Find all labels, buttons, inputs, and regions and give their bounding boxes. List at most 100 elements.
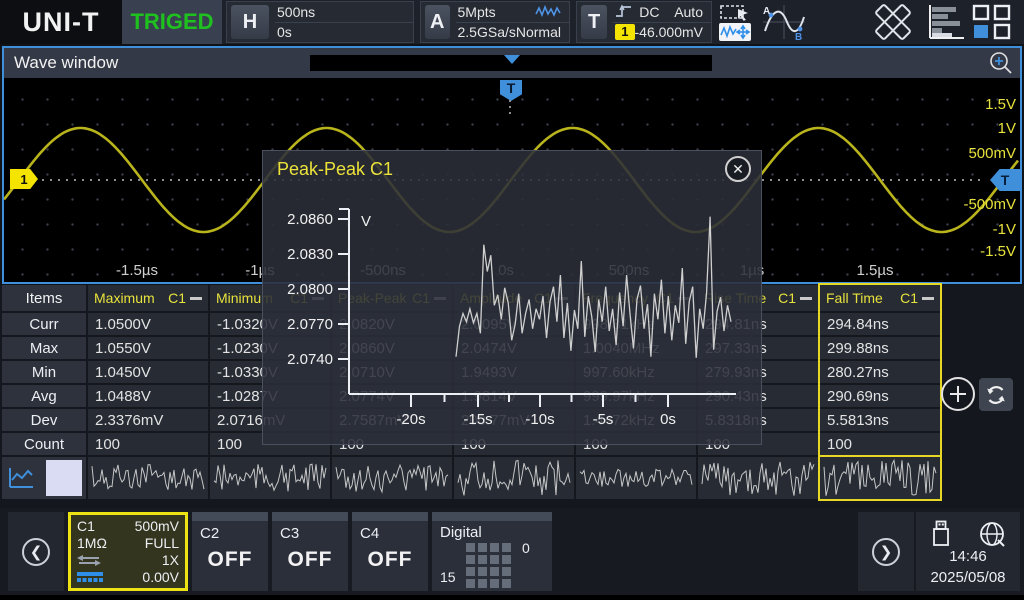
time-label: -1.5µs bbox=[95, 262, 179, 279]
brand-logo-text: UNI-T bbox=[23, 7, 100, 38]
measure-tool[interactable] bbox=[866, 0, 920, 44]
channel-style-dash bbox=[190, 297, 202, 300]
trigger-sweep: Auto bbox=[674, 4, 703, 20]
sparkline-minimum[interactable] bbox=[210, 457, 330, 499]
sparkline-maximum[interactable] bbox=[88, 457, 208, 499]
channel-style-dash bbox=[922, 297, 934, 300]
channel-style-dash bbox=[800, 297, 812, 300]
voltage-label: 1.5V bbox=[946, 96, 1016, 113]
chevron-right-icon: ❯ bbox=[872, 538, 900, 566]
items-header: Items bbox=[2, 285, 86, 311]
wave-window-header: Wave window bbox=[4, 48, 1020, 78]
svg-text:2.0740: 2.0740 bbox=[287, 351, 333, 368]
trigger-key: T bbox=[581, 5, 607, 39]
measure-column-header: MaximumC1 bbox=[88, 285, 208, 311]
measure-value: 1.0450V bbox=[88, 361, 208, 383]
channel1-panel[interactable]: C1 500mV 1MΩ FULL 1X bbox=[68, 512, 188, 591]
voltage-label: -1V bbox=[946, 221, 1016, 238]
acquire-panel[interactable]: A 5Mpts 2.5GSa/s Normal bbox=[420, 1, 570, 43]
measure-column-maximum[interactable]: MaximumC11.0500V1.0550V1.0450V1.0488V2.3… bbox=[88, 285, 208, 457]
bottom-strip bbox=[0, 595, 1024, 600]
svg-text:0s: 0s bbox=[660, 411, 676, 428]
horizontal-scale: 500ns bbox=[277, 4, 315, 20]
ab-compare-tool[interactable]: A B bbox=[760, 0, 808, 44]
channel-state: OFF bbox=[192, 548, 268, 572]
panel-strip bbox=[272, 512, 348, 521]
refresh-icon bbox=[985, 384, 1007, 406]
system-status-panel[interactable]: 14:46 2025/05/08 bbox=[916, 512, 1020, 591]
sparkline-peak-peak[interactable] bbox=[332, 457, 452, 499]
horizontal-offset: 0s bbox=[277, 24, 292, 40]
zoom-icon[interactable] bbox=[988, 50, 1014, 76]
digital-panel[interactable]: Digital 0 15 bbox=[432, 512, 552, 591]
measure-column-fall-time[interactable]: Fall TimeC1294.84ns299.88ns280.27ns290.6… bbox=[820, 285, 940, 457]
measure-value: 1.0550V bbox=[88, 337, 208, 359]
sparkline-fall-time[interactable] bbox=[820, 457, 940, 499]
cursor-tools[interactable] bbox=[716, 0, 754, 44]
items-row-label: Avg bbox=[2, 385, 86, 407]
items-column: Items CurrMaxMinAvgDevCount bbox=[2, 285, 86, 457]
channel1-probe: 1X bbox=[162, 552, 179, 568]
oscilloscope-screen: UNI-T TRIGED H 500ns 0s A 5Mpts 2.5GSa/s bbox=[0, 0, 1024, 600]
channel1-impedance: 1MΩ bbox=[77, 535, 107, 551]
trigger-status: TRIGED bbox=[122, 0, 222, 44]
close-icon: ✕ bbox=[732, 161, 744, 178]
channel1-bandwidth: FULL bbox=[145, 535, 179, 551]
channel1-scale: 500mV bbox=[135, 518, 179, 534]
items-row-label: Curr bbox=[2, 313, 86, 335]
voltage-label: 1V bbox=[946, 120, 1016, 137]
trigger-panel[interactable]: T DC Auto 1 -46.000mV bbox=[576, 1, 712, 43]
trigger-coupling: DC bbox=[639, 4, 659, 20]
trend-chart: 2.08602.08302.08002.07702.0740V-20s-15s-… bbox=[263, 151, 763, 446]
peak-peak-trend-popup[interactable]: Peak-Peak C1 ✕ 2.08602.08302.08002.07702… bbox=[262, 150, 762, 445]
items-row-label: Count bbox=[2, 433, 86, 455]
memory-position-marker[interactable] bbox=[504, 55, 520, 64]
items-row-label: Dev bbox=[2, 409, 86, 431]
digital-label: Digital bbox=[440, 524, 482, 541]
digital-bits-grid bbox=[466, 543, 511, 588]
waveform-icon bbox=[535, 5, 561, 18]
sparkline-amplitude[interactable] bbox=[454, 457, 574, 499]
svg-text:2.0860: 2.0860 bbox=[287, 211, 333, 228]
channel-panel-c4[interactable]: C4OFF bbox=[352, 512, 428, 591]
memory-position-bar[interactable] bbox=[310, 55, 712, 71]
channel-panel-c2[interactable]: C2OFF bbox=[192, 512, 268, 591]
wave-move-icon[interactable] bbox=[719, 23, 751, 41]
voltage-label: -500mV bbox=[946, 196, 1016, 213]
items-row-label: Min bbox=[2, 361, 86, 383]
ruler-icon bbox=[868, 4, 918, 40]
trigger-source-badge: 1 bbox=[615, 24, 634, 40]
svg-text:A: A bbox=[763, 6, 770, 17]
add-measure-button[interactable] bbox=[941, 377, 975, 411]
trigger-position-line bbox=[509, 100, 511, 116]
svg-text:-10s: -10s bbox=[525, 411, 554, 428]
trend-toggle-cell[interactable] bbox=[2, 457, 86, 499]
acquire-sample-rate: 2.5GSa/s bbox=[458, 24, 516, 40]
channel1-name: C1 bbox=[77, 518, 95, 534]
popup-close-button[interactable]: ✕ bbox=[725, 156, 751, 182]
channel-name: C3 bbox=[280, 525, 299, 542]
items-row-label: Max bbox=[2, 337, 86, 359]
sparkline-frequency[interactable] bbox=[576, 457, 696, 499]
scroll-right-button[interactable]: ❯ bbox=[858, 512, 914, 591]
trend-chart-icon bbox=[7, 466, 35, 490]
measure-value: 1.0488V bbox=[88, 385, 208, 407]
sparkline-rise-time[interactable] bbox=[698, 457, 818, 499]
svg-text:B: B bbox=[795, 32, 802, 41]
histogram-tool[interactable] bbox=[924, 0, 968, 44]
trend-color-swatch[interactable] bbox=[46, 460, 82, 496]
measure-value: 1.0500V bbox=[88, 313, 208, 335]
layout-tool[interactable] bbox=[970, 0, 1014, 44]
select-region-icon[interactable] bbox=[719, 4, 751, 21]
wave-window-title: Wave window bbox=[4, 53, 118, 73]
histogram-icon bbox=[926, 4, 966, 40]
rising-edge-icon bbox=[615, 4, 633, 19]
channel-panel-c3[interactable]: C3OFF bbox=[272, 512, 348, 591]
horizontal-panel[interactable]: H 500ns 0s bbox=[226, 1, 414, 43]
plus-icon bbox=[949, 385, 967, 403]
scroll-left-button[interactable]: ❮ bbox=[8, 512, 64, 591]
popup-title: Peak-Peak C1 bbox=[277, 159, 393, 180]
usb-icon bbox=[930, 520, 952, 547]
measure-value: 280.27ns bbox=[820, 361, 940, 383]
reset-statistics-button[interactable] bbox=[979, 378, 1013, 411]
